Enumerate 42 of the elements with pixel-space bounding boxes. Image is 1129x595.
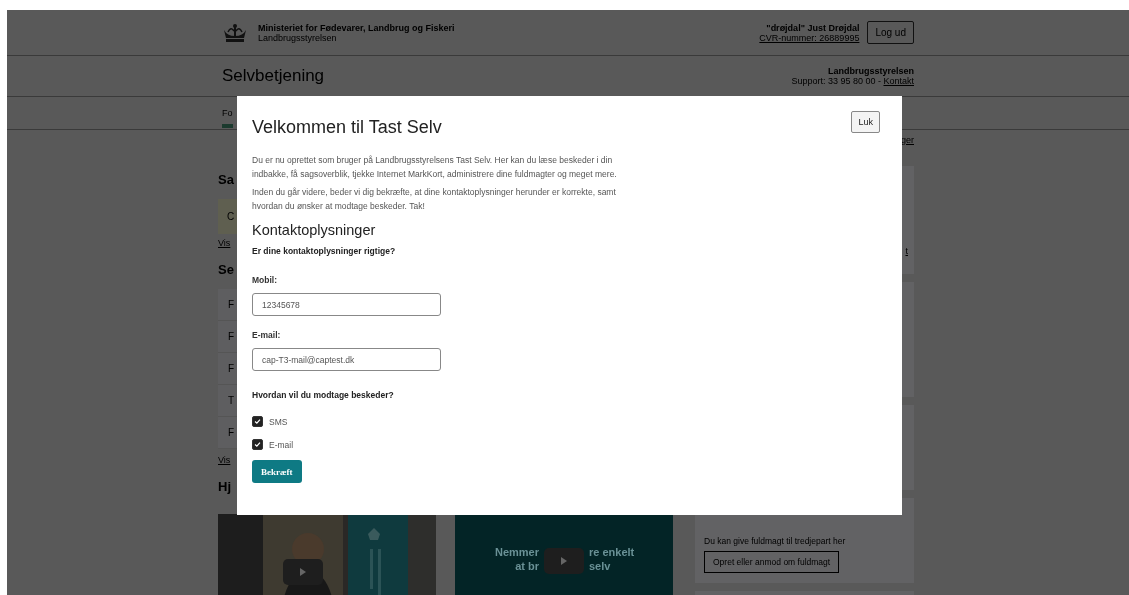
field-label: Mobil: <box>252 275 279 286</box>
cvr-link[interactable]: CVR-nummer: 26889995 <box>759 32 860 43</box>
ministry-name: Ministeriet for Fødevarer, Landbrug og Fiskeri <box>258 22 455 33</box>
option-label: SMS <box>269 416 288 427</box>
notice-text: C <box>227 211 235 222</box>
input-field[interactable]: cap-T3-mail@captest.dk <box>252 348 441 372</box>
option-label: E-mail <box>269 439 294 450</box>
support-org: Landbrugsstyrelsen <box>827 66 914 76</box>
checkbox[interactable] <box>252 439 263 451</box>
intro-paragraph: Du er nu oprettet som bruger på Landbrugsstyrelsens Tast Selv. Her kan du læse beskeder i din indbakke, få sagsoverblik, tjekke Internet MarkKort, administrere dine fuldmagter og meget mere. <box>252 154 618 181</box>
promo-text: re enkelt <box>589 546 636 558</box>
section-heading: Sa <box>218 172 234 187</box>
confirm-button[interactable]: Bekræft <box>252 460 302 484</box>
contact-link[interactable]: Kontakt <box>883 76 914 86</box>
question-text: Er dine kontaktoplysninger rigtige? <box>252 246 397 257</box>
intro-paragraph: Inden du går videre, beder vi dig bekræfte, at dine kontaktoplysninger herunder er korrekte, samt hvordan du ønsker at modtage beskeder. Tak! <box>252 186 617 213</box>
play-icon <box>561 557 567 565</box>
promo-text: at br <box>514 560 539 572</box>
promo-text: selv <box>589 560 612 572</box>
close-button[interactable]: Luk <box>851 111 880 133</box>
support-phone: Support: 33 95 80 00 - <box>791 76 881 86</box>
card-link[interactable]: t <box>905 246 908 256</box>
field-label: E-mail: <box>252 330 282 341</box>
section-heading: Hj <box>218 479 231 494</box>
play-icon <box>300 568 306 576</box>
promo-text: Nemmer <box>493 546 539 558</box>
user-name: "drøjdal" Just Drøjdal <box>765 22 860 33</box>
section-heading: Se <box>218 262 234 277</box>
show-link[interactable]: Vis <box>218 455 231 465</box>
question-text: Hvordan vil du modtage beskeder? <box>252 390 395 401</box>
crown-logo-icon <box>222 21 248 44</box>
section-heading: Kontaktoplysninger <box>252 222 377 239</box>
site-title: Selvbetjening <box>222 66 325 86</box>
show-link[interactable]: Vis <box>218 238 231 248</box>
proxy-button[interactable]: Opret eller anmod om fuldmagt <box>704 551 840 573</box>
input-field[interactable]: 12345678 <box>252 293 441 317</box>
agency-name: Landbrugsstyrelsen <box>258 32 337 43</box>
checkbox[interactable] <box>252 416 263 428</box>
logout-button[interactable]: Log ud <box>867 21 914 44</box>
nav-tab[interactable]: Fo <box>222 102 233 128</box>
dialog-title: Velkommen til Tast Selv <box>252 116 442 138</box>
card-text: Du kan give fuldmagt til tredjepart her <box>704 536 847 546</box>
